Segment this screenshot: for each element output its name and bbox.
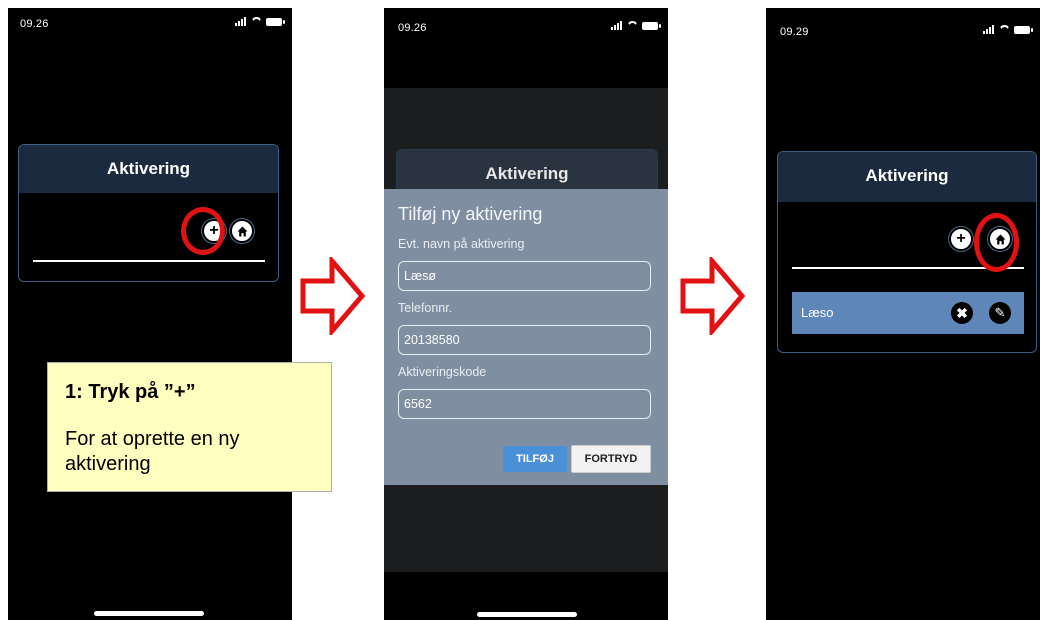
home-indicator[interactable]	[94, 611, 204, 616]
wifi-icon	[999, 25, 1010, 34]
status-bar: 09.26	[8, 8, 292, 40]
phone-screen-2: 09.26 Aktivering Tilføj ny aktivering Ev…	[384, 8, 668, 620]
close-icon: ✖	[956, 305, 968, 321]
wifi-icon	[627, 21, 638, 30]
right-arrow-icon	[680, 257, 746, 335]
dialog-title: Tilføj ny aktivering	[398, 204, 543, 224]
status-time: 09.29	[780, 26, 809, 38]
callout-body: For at oprette en ny aktivering	[65, 428, 240, 475]
card-header: Aktivering	[778, 152, 1036, 202]
status-icons	[983, 25, 1033, 34]
card-title: Aktivering	[865, 166, 949, 185]
plus-icon: +	[956, 230, 966, 247]
wifi-icon	[251, 17, 262, 26]
name-field[interactable]: Læsø	[398, 261, 651, 291]
list-item-label: Læso	[801, 305, 834, 320]
add-button[interactable]: +	[949, 227, 973, 251]
right-arrow-icon	[300, 257, 366, 335]
callout-title: 1: Tryk på ”+”	[65, 381, 196, 403]
add-activation-dialog: Tilføj ny aktivering Evt. navn på aktive…	[384, 189, 668, 485]
code-field[interactable]: 6562	[398, 389, 651, 419]
activation-card: Aktivering +	[18, 144, 279, 282]
list-item[interactable]: Læso ✖ ✎	[792, 292, 1024, 334]
battery-icon	[1014, 25, 1033, 34]
add-button[interactable]: TILFØJ	[503, 446, 567, 472]
phone-label: Telefonnr.	[398, 301, 453, 315]
card-title: Aktivering	[106, 159, 191, 178]
card-header: Aktivering	[19, 145, 278, 193]
status-icons	[611, 21, 661, 30]
battery-icon	[266, 17, 285, 26]
phone-screen-1: 09.26 Aktivering +	[8, 8, 292, 620]
code-label: Aktiveringskode	[398, 365, 487, 379]
highlight-ring-add	[181, 207, 225, 255]
instruction-callout: 1: Tryk på ”+” For at oprette en ny akti…	[47, 362, 332, 492]
highlight-ring-home	[974, 213, 1019, 272]
edit-button[interactable]: ✎	[989, 302, 1011, 324]
status-bar: 09.29	[766, 8, 1040, 40]
battery-icon	[642, 21, 661, 30]
pencil-icon: ✎	[994, 305, 1006, 320]
home-icon	[237, 226, 247, 236]
signal-icon	[235, 17, 247, 26]
status-time: 09.26	[20, 18, 49, 30]
card-divider	[33, 260, 265, 262]
status-icons	[235, 17, 285, 26]
cancel-button[interactable]: FORTRYD	[571, 445, 651, 473]
status-time: 09.26	[398, 22, 427, 34]
name-label: Evt. navn på aktivering	[398, 237, 525, 251]
home-indicator[interactable]	[477, 612, 577, 617]
signal-icon	[983, 25, 995, 34]
delete-button[interactable]: ✖	[951, 302, 973, 324]
home-button[interactable]	[230, 219, 254, 243]
phone-screen-3: 09.29 Aktivering + Læso ✖ ✎	[766, 8, 1040, 620]
phone-field[interactable]: 20138580	[398, 325, 651, 355]
status-bar: 09.26	[384, 8, 668, 40]
card-title: Aktivering	[485, 164, 569, 183]
signal-icon	[611, 21, 623, 30]
